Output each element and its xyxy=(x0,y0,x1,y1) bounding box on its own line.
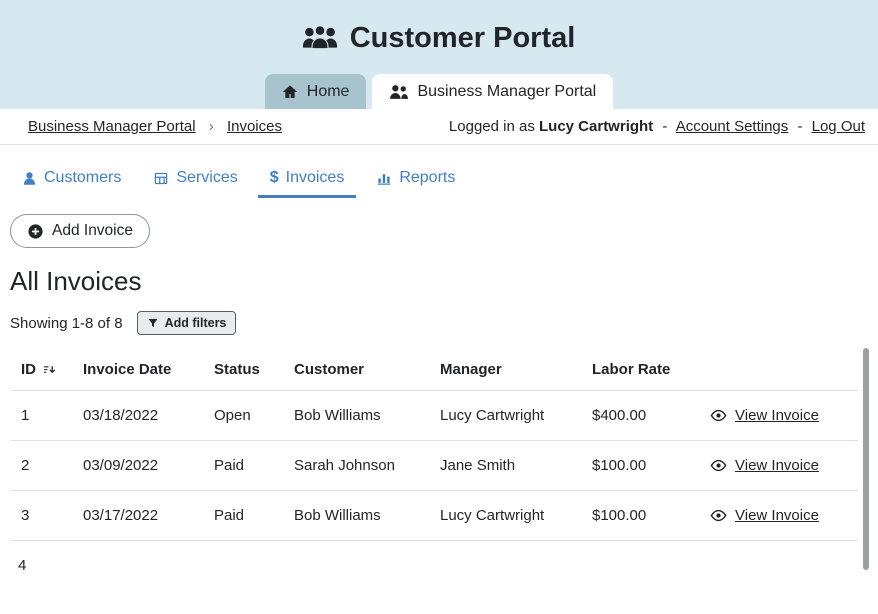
users-icon xyxy=(303,25,337,51)
breadcrumb-separator: › xyxy=(209,118,214,135)
cell-rate: $100.00 xyxy=(584,491,702,541)
table-row: 2 03/09/2022 Paid Sarah Johnson Jane Smi… xyxy=(10,441,858,491)
account-settings-link[interactable]: Account Settings xyxy=(676,118,789,135)
dollar-icon: $ xyxy=(270,169,279,187)
tab-invoices-label: Invoices xyxy=(286,169,345,187)
tab-invoices[interactable]: $ Invoices xyxy=(258,161,357,198)
view-invoice-link[interactable]: View Invoice xyxy=(735,507,819,524)
add-invoice-button[interactable]: Add Invoice xyxy=(10,214,150,248)
tab-customers-label: Customers xyxy=(44,169,121,187)
page-title: Customer Portal xyxy=(0,20,878,56)
view-invoice-link[interactable]: View Invoice xyxy=(735,457,819,474)
col-header-action xyxy=(702,349,858,391)
portal-tabs: Home Business Manager Portal xyxy=(0,74,878,109)
filter-icon xyxy=(147,317,159,329)
eye-icon xyxy=(710,509,727,522)
cell-manager xyxy=(432,541,584,614)
session-user: Lucy Cartwright xyxy=(539,118,653,135)
col-header-id-label: ID xyxy=(21,361,36,378)
cell-rate: $400.00 xyxy=(584,391,702,441)
tab-home-label: Home xyxy=(307,83,350,101)
tab-customers[interactable]: Customers xyxy=(10,161,133,198)
tab-business-manager-portal[interactable]: Business Manager Portal xyxy=(372,74,613,109)
col-header-rate[interactable]: Labor Rate xyxy=(584,349,702,391)
results-bar: Showing 1-8 of 8 Add filters xyxy=(10,311,878,335)
cell-date: 03/09/2022 xyxy=(75,441,206,491)
tab-services[interactable]: Services xyxy=(141,161,249,198)
breadcrumb: Business Manager Portal › Invoices xyxy=(28,118,282,135)
cell-status: Open xyxy=(206,391,286,441)
tab-services-label: Services xyxy=(176,169,237,187)
session-prefix: Logged in as xyxy=(449,118,535,135)
showing-count: Showing 1-8 of 8 xyxy=(10,315,123,332)
breadcrumb-link-invoices[interactable]: Invoices xyxy=(227,118,282,135)
col-header-id[interactable]: ID xyxy=(10,349,75,391)
cell-customer: Sarah Johnson xyxy=(286,441,432,491)
eye-icon xyxy=(710,459,727,472)
cell-rate: $100.00 xyxy=(584,441,702,491)
tab-reports-label: Reports xyxy=(399,169,455,187)
invoices-table: ID Invoice Date Status Customer Manager … xyxy=(10,349,868,614)
home-icon xyxy=(282,84,298,100)
add-filters-label: Add filters xyxy=(165,316,227,330)
cell-customer: Bob Williams xyxy=(286,391,432,441)
session-dash: - xyxy=(797,118,802,135)
plus-circle-icon xyxy=(27,223,44,240)
cell-date xyxy=(75,541,206,614)
col-header-customer[interactable]: Customer xyxy=(286,349,432,391)
user-icon xyxy=(22,171,37,186)
add-invoice-label: Add Invoice xyxy=(52,222,133,240)
cell-status: Paid xyxy=(206,491,286,541)
topbar: Business Manager Portal › Invoices Logge… xyxy=(0,109,878,145)
table-row-partial: 4 xyxy=(10,541,858,614)
cell-id: 4 xyxy=(10,541,75,614)
table-row: 1 03/18/2022 Open Bob Williams Lucy Cart… xyxy=(10,391,858,441)
bar-chart-icon xyxy=(376,171,392,186)
col-header-status[interactable]: Status xyxy=(206,349,286,391)
cell-customer xyxy=(286,541,432,614)
section-heading: All Invoices xyxy=(10,266,878,297)
cell-status: Paid xyxy=(206,441,286,491)
cell-status xyxy=(206,541,286,614)
log-out-link[interactable]: Log Out xyxy=(812,118,865,135)
hero-header: Customer Portal Home Business Manager Po… xyxy=(0,0,878,109)
session-dash: - xyxy=(662,118,667,135)
page-title-text: Customer Portal xyxy=(350,20,576,56)
cell-id: 1 xyxy=(10,391,75,441)
add-filters-button[interactable]: Add filters xyxy=(137,311,237,335)
sort-icon[interactable] xyxy=(42,363,56,376)
view-invoice-link[interactable]: View Invoice xyxy=(735,407,819,424)
table-icon xyxy=(153,171,169,186)
cell-customer: Bob Williams xyxy=(286,491,432,541)
table-row: 3 03/17/2022 Paid Bob Williams Lucy Cart… xyxy=(10,491,858,541)
cell-date: 03/18/2022 xyxy=(75,391,206,441)
table-header-row: ID Invoice Date Status Customer Manager … xyxy=(10,349,858,391)
business-portal-icon xyxy=(389,84,408,100)
col-header-date[interactable]: Invoice Date xyxy=(75,349,206,391)
cell-manager: Lucy Cartwright xyxy=(432,391,584,441)
tab-reports[interactable]: Reports xyxy=(364,161,467,198)
cell-date: 03/17/2022 xyxy=(75,491,206,541)
cell-id: 2 xyxy=(10,441,75,491)
eye-icon xyxy=(710,409,727,422)
col-header-manager[interactable]: Manager xyxy=(432,349,584,391)
vertical-scrollbar[interactable] xyxy=(863,348,869,570)
tab-home[interactable]: Home xyxy=(265,74,367,109)
session-info: Logged in as Lucy Cartwright - Account S… xyxy=(449,118,865,135)
cell-id: 3 xyxy=(10,491,75,541)
tab-business-manager-portal-label: Business Manager Portal xyxy=(417,83,596,101)
cell-manager: Jane Smith xyxy=(432,441,584,491)
cell-rate xyxy=(584,541,702,614)
breadcrumb-link-business-manager-portal[interactable]: Business Manager Portal xyxy=(28,118,196,135)
cell-manager: Lucy Cartwright xyxy=(432,491,584,541)
section-tabs: Customers Services $ Invoices Reports xyxy=(10,161,878,198)
